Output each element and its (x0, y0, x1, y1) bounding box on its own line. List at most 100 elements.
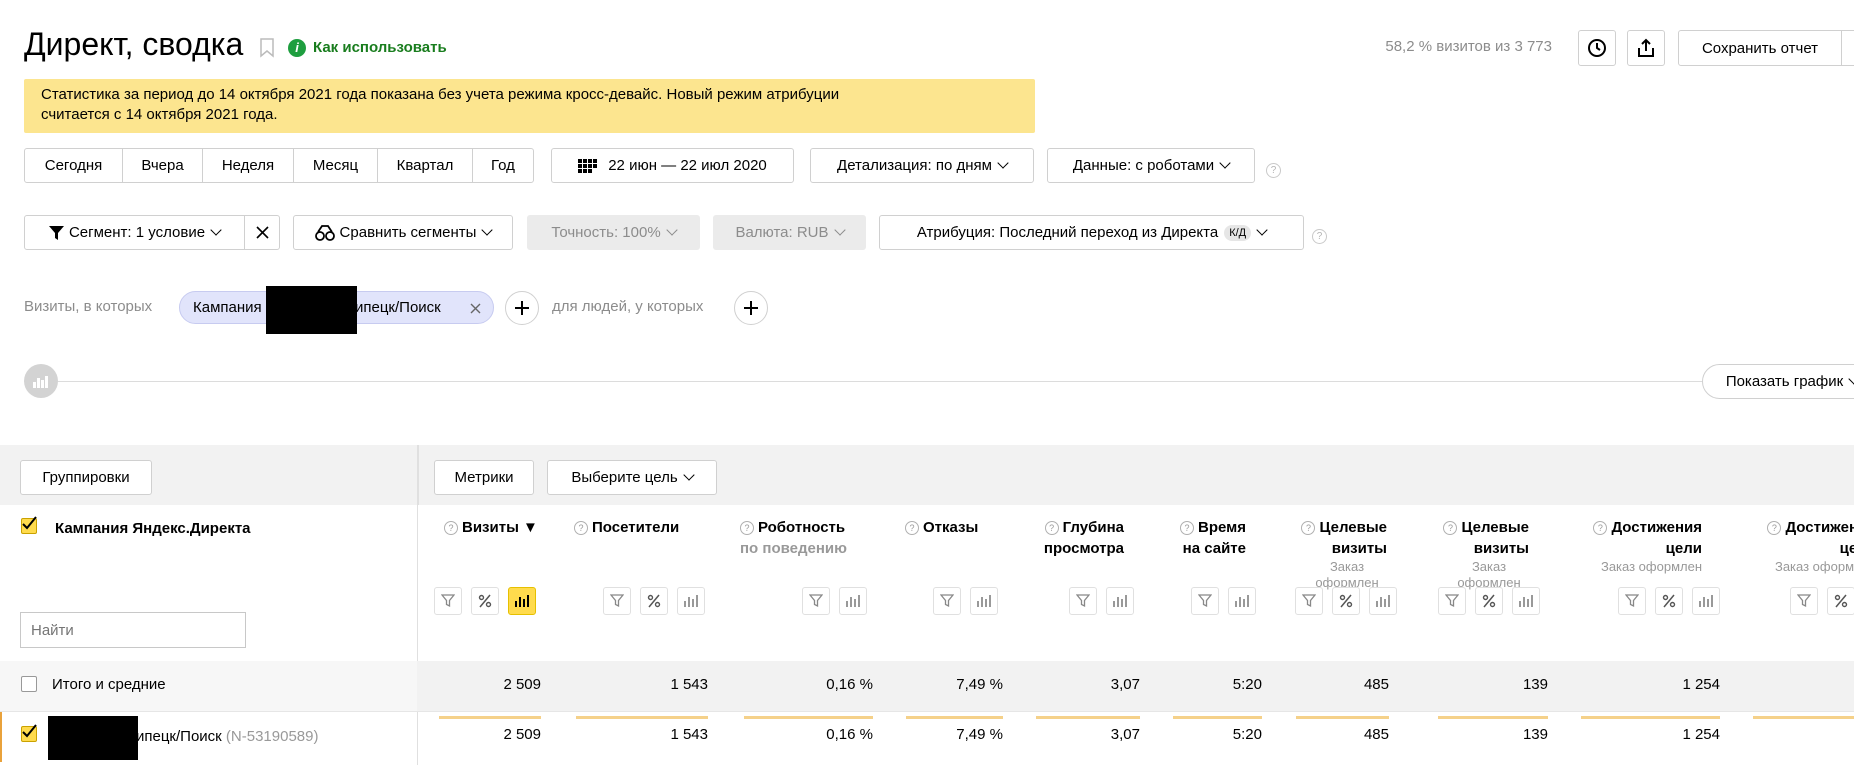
date-range-button[interactable]: 22 июн — 22 июл 2020 (551, 148, 794, 183)
column-chart-button[interactable] (1228, 587, 1256, 615)
value-bar (1173, 716, 1262, 719)
dimension-checkbox[interactable] (21, 516, 37, 534)
visits-condition-label: Визиты, в которых (24, 298, 153, 315)
select-goal-button[interactable]: Выберите цель (547, 460, 717, 495)
column-percent-button[interactable] (1827, 587, 1854, 615)
table-cell: 3,07 (1110, 676, 1140, 693)
chevron-down-icon (481, 224, 494, 236)
column-chart-button[interactable] (1512, 587, 1540, 615)
column-filter-button[interactable] (1191, 587, 1219, 615)
column-chart-button[interactable] (508, 587, 536, 615)
dimension-header[interactable]: Кампания Яндекс.Директа (55, 520, 251, 537)
redacted-block (266, 286, 357, 334)
column-chart-button[interactable] (1692, 587, 1720, 615)
column-filter-button[interactable] (434, 587, 462, 615)
chart-icon (1699, 595, 1713, 607)
save-report-button[interactable]: Сохранить отчет (1678, 30, 1842, 66)
total-checkbox[interactable] (21, 676, 37, 692)
column-filter-button[interactable] (1069, 587, 1097, 615)
value-bar (439, 716, 541, 719)
column-chart-button[interactable] (970, 587, 998, 615)
table-cell: 3,07 (1110, 726, 1140, 743)
column-filter-button[interactable] (933, 587, 961, 615)
column-chart-button[interactable] (677, 587, 705, 615)
groupings-button[interactable]: Группировки (20, 460, 152, 495)
chart-icon (977, 595, 991, 607)
column-filter-button[interactable] (1790, 587, 1818, 615)
attribution-notice: Статистика за период до 14 октября 2021 … (24, 79, 1035, 133)
segment-button[interactable]: Сегмент: 1 условие (24, 215, 245, 250)
column-header-depth[interactable]: ? Глубина просмотра (1033, 517, 1124, 559)
table-cell: 139 (1522, 726, 1548, 743)
filter-icon (1445, 594, 1459, 608)
groupings-label: Группировки (42, 469, 130, 486)
column-header-visitors[interactable]: ? Посетители (574, 517, 679, 538)
export-button[interactable] (1627, 30, 1665, 66)
clear-segment-button[interactable] (244, 215, 280, 250)
column-filter-button[interactable] (802, 587, 830, 615)
column-percent-button[interactable] (471, 587, 499, 615)
period-yesterday[interactable]: Вчера (122, 148, 203, 183)
column-chart-button[interactable] (1106, 587, 1134, 615)
help-icon[interactable]: ? (1312, 229, 1327, 244)
column-header-time[interactable]: ? Время на сайте (1170, 517, 1246, 559)
column-percent-button[interactable] (1332, 587, 1360, 615)
chevron-down-icon (1256, 224, 1268, 236)
column-filter-button[interactable] (1295, 587, 1323, 615)
period-quarter[interactable]: Квартал (377, 148, 473, 183)
close-icon[interactable] (470, 303, 481, 314)
column-percent-button[interactable] (1475, 587, 1503, 615)
search-input[interactable] (20, 612, 246, 648)
column-filter-button[interactable] (1618, 587, 1646, 615)
column-header-bounces[interactable]: ? Отказы (905, 517, 978, 538)
column-chart-button[interactable] (839, 587, 867, 615)
value-bar (1753, 716, 1854, 719)
column-chart-button[interactable] (1369, 587, 1397, 615)
column-header-goal-reaches-2[interactable]: ?Достижения цели Заказ оформлен (1750, 517, 1854, 575)
compare-segments-button[interactable]: Сравнить сегменты (293, 215, 513, 250)
detail-select[interactable]: Детализация: по дням (810, 148, 1034, 183)
period-week[interactable]: Неделя (202, 148, 294, 183)
table-cell: 1 543 (670, 726, 708, 743)
column-percent-button[interactable] (640, 587, 668, 615)
history-button[interactable] (1578, 30, 1616, 66)
currency-select[interactable]: Валюта: RUB (713, 215, 866, 250)
period-today[interactable]: Сегодня (24, 148, 123, 183)
column-title: Время (1198, 519, 1246, 536)
column-header-visits[interactable]: ? Визиты ▼ (444, 517, 538, 538)
metrics-button[interactable]: Метрики (434, 460, 534, 495)
column-header-goal-reaches-1[interactable]: ? Достижения цели Заказ оформлен (1576, 517, 1702, 575)
save-report-menu-button[interactable] (1841, 30, 1854, 66)
show-graph-button[interactable]: Показать график (1702, 364, 1854, 399)
accuracy-select[interactable]: Точность: 100% (527, 215, 700, 250)
date-range-label: 22 июн — 22 июл 2020 (608, 157, 767, 174)
column-goal-name: Заказ оформлен (1774, 559, 1854, 574)
filter-icon (441, 594, 455, 608)
column-title: Глубина (1062, 519, 1124, 536)
column-filter-button[interactable] (1438, 587, 1466, 615)
attribution-select[interactable]: Атрибуция: Последний переход из Директа … (879, 215, 1304, 250)
period-year[interactable]: Год (472, 148, 534, 183)
column-header-goal-visits-1[interactable]: ? Целевые визиты Заказ оформлен (1292, 517, 1387, 591)
data-select[interactable]: Данные: с роботами (1047, 148, 1255, 183)
period-month[interactable]: Месяц (293, 148, 378, 183)
how-to-use-link[interactable]: Как использовать (313, 39, 447, 56)
row-label[interactable]: ипецк/Поиск (N-53190589) (136, 728, 318, 745)
chart-icon[interactable] (24, 364, 58, 398)
add-condition-button[interactable] (505, 291, 539, 325)
row-checkbox[interactable] (21, 724, 37, 742)
compare-label: Сравнить сегменты (339, 224, 477, 241)
column-percent-button[interactable] (1655, 587, 1683, 615)
column-filter-button[interactable] (603, 587, 631, 615)
column-goal-name: Заказ оформлен (1600, 559, 1702, 574)
help-icon[interactable]: ? (1266, 163, 1281, 178)
segment-label: Сегмент: 1 условие (68, 224, 206, 241)
add-people-condition-button[interactable] (734, 291, 768, 325)
column-title: Достижения (1785, 519, 1854, 536)
column-header-robotness[interactable]: ? Роботность по поведению (740, 517, 847, 559)
attribution-label: Атрибуция: Последний переход из Директа (916, 224, 1219, 241)
column-header-goal-visits-2[interactable]: ? Целевые визиты Заказ оформлен (1434, 517, 1529, 591)
table-cell: 485 (1363, 676, 1389, 693)
chart-icon (1235, 595, 1249, 607)
bookmark-icon[interactable] (259, 38, 275, 62)
